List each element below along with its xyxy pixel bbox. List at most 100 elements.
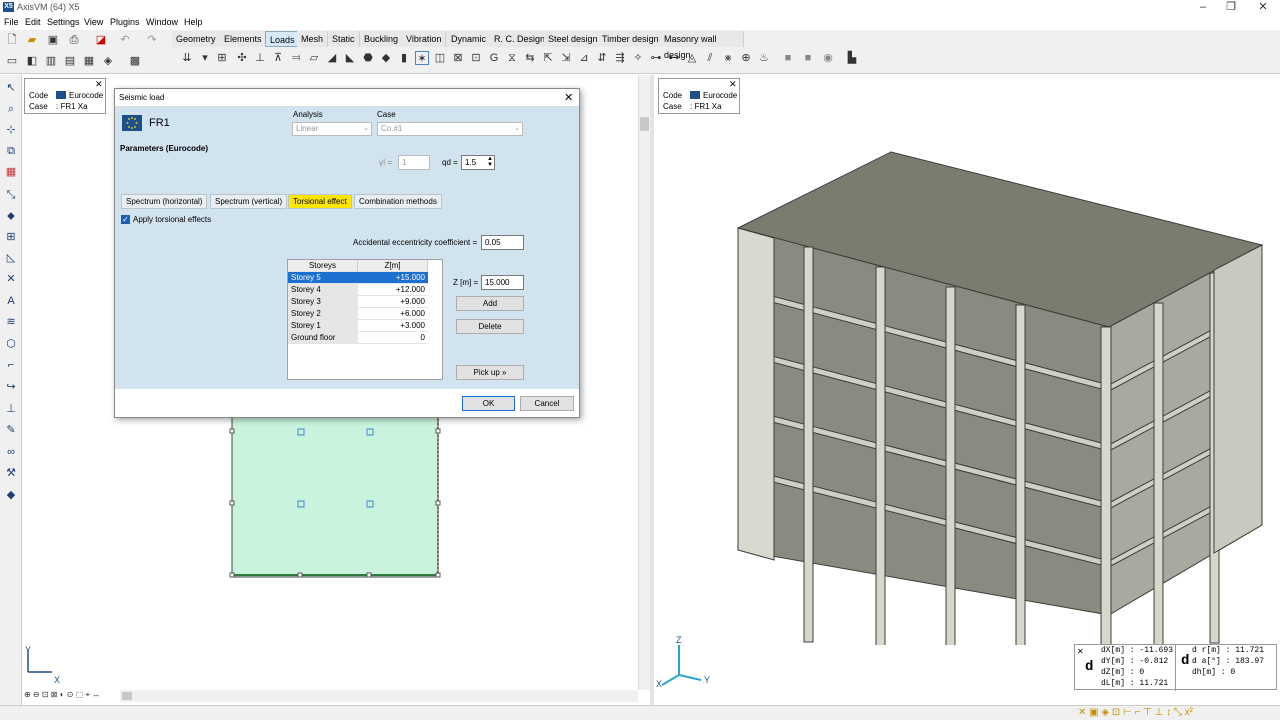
load-tool-icon[interactable]: ⬣ bbox=[361, 51, 375, 65]
polygon-icon[interactable]: ⬡ bbox=[3, 336, 19, 352]
load-tool-icon[interactable]: ⇲ bbox=[559, 51, 573, 65]
seismic-tool-icon[interactable]: ✶ bbox=[415, 51, 429, 65]
save-icon[interactable]: ▣ bbox=[46, 33, 60, 47]
load-tool-icon[interactable]: ⊥ bbox=[253, 51, 267, 65]
measure-icon[interactable]: ◺ bbox=[3, 250, 19, 266]
undo-icon[interactable]: ↶ bbox=[118, 33, 132, 47]
load-tool-icon[interactable]: ■ bbox=[781, 51, 795, 65]
print-icon[interactable]: ⎙ bbox=[67, 33, 81, 47]
tool-icon[interactable]: ◧ bbox=[25, 54, 39, 68]
tab-masonry-wall-design[interactable]: Masonry wall design bbox=[660, 31, 744, 60]
load-tool-icon[interactable]: ⇶ bbox=[613, 51, 627, 65]
tab-combination-methods[interactable]: Combination methods bbox=[354, 194, 442, 209]
case-select[interactable]: Co.#1 ⌄ bbox=[377, 122, 523, 136]
tool-icon[interactable]: ▥ bbox=[44, 54, 58, 68]
add-button[interactable]: Add bbox=[456, 296, 524, 311]
zoom-icon[interactable]: ⌕ bbox=[3, 101, 19, 117]
floor-plan[interactable] bbox=[222, 415, 448, 585]
menu-view[interactable]: View bbox=[84, 17, 103, 27]
load-tool-icon[interactable]: ⊡ bbox=[469, 51, 483, 65]
eccentricity-field[interactable]: 0.05 bbox=[481, 235, 524, 250]
stack-icon[interactable]: ≋ bbox=[3, 314, 19, 330]
grid-icon[interactable]: ⊞ bbox=[3, 229, 19, 245]
load-tool-icon[interactable]: ⫽ bbox=[703, 51, 717, 65]
building-3d-model[interactable] bbox=[654, 75, 1280, 645]
table-row[interactable]: Ground floor bbox=[288, 332, 358, 344]
layer-icon[interactable]: ▭ bbox=[5, 54, 19, 68]
load-tool-icon[interactable]: ⧖ bbox=[505, 51, 519, 65]
load-tool-icon[interactable]: ◣ bbox=[343, 51, 357, 65]
right-viewport[interactable]: Code Eurocode Case : FR1 Xa ✕ Z X Y ✕ d … bbox=[654, 75, 1280, 705]
scroll-thumb[interactable] bbox=[640, 117, 649, 131]
z-field[interactable]: 15.000 bbox=[481, 275, 524, 290]
load-tool-icon[interactable]: ⫤ bbox=[289, 51, 303, 65]
node-icon[interactable]: ⬥ bbox=[3, 208, 19, 224]
left-vertical-scrollbar[interactable] bbox=[638, 75, 650, 690]
table-cell[interactable]: +12.000 bbox=[358, 284, 428, 296]
cancel-button[interactable]: Cancel bbox=[520, 396, 574, 411]
load-tool-icon[interactable]: ✣ bbox=[235, 51, 249, 65]
tool-icon[interactable]: ▦ bbox=[82, 54, 96, 68]
tab-timber-design[interactable]: Timber design bbox=[598, 31, 664, 47]
tab-dynamic[interactable]: Dynamic bbox=[447, 31, 492, 47]
tab-steel-design[interactable]: Steel design bbox=[544, 31, 603, 47]
menu-window[interactable]: Window bbox=[146, 17, 178, 27]
spinner-icon[interactable]: ▲ ▼ bbox=[487, 156, 493, 168]
checkbox-checked-icon[interactable]: ✓ bbox=[121, 215, 130, 224]
close-icon[interactable]: ✕ bbox=[564, 91, 573, 104]
load-tool-icon[interactable]: ▱ bbox=[307, 51, 321, 65]
cross-icon[interactable]: ✕ bbox=[3, 271, 19, 287]
pick-up-button[interactable]: Pick up » bbox=[456, 365, 524, 380]
gamma-field[interactable]: 1 bbox=[398, 155, 430, 170]
menu-edit[interactable]: Edit bbox=[25, 17, 41, 27]
tab-static[interactable]: Static bbox=[328, 31, 360, 47]
glasses-icon[interactable]: ∞ bbox=[3, 444, 19, 460]
load-tool-icon[interactable]: G bbox=[487, 51, 501, 65]
load-tool-icon[interactable]: ■ bbox=[801, 51, 815, 65]
tool-icon[interactable]: ▤ bbox=[63, 54, 77, 68]
load-tool-icon[interactable]: ⇵ bbox=[595, 51, 609, 65]
scroll-thumb[interactable] bbox=[122, 692, 132, 700]
table-row[interactable]: Storey 5 bbox=[288, 272, 358, 284]
status-icons[interactable]: ✕ ▣ ◈ ⊡ ⊢ ⌐ ⊤ ⊥ ↕ ⤡ x² bbox=[1078, 707, 1193, 718]
tab-elements[interactable]: Elements bbox=[220, 31, 267, 47]
load-tool-icon[interactable]: ▮ bbox=[397, 51, 411, 65]
table-row[interactable]: Storey 1 bbox=[288, 320, 358, 332]
load-tool-icon[interactable]: ⊼ bbox=[271, 51, 285, 65]
pencil-icon[interactable]: ✎ bbox=[3, 422, 19, 438]
label-icon[interactable]: A bbox=[3, 293, 19, 309]
table-cell[interactable]: +9.000 bbox=[358, 296, 428, 308]
new-file-icon[interactable]: 🗋 bbox=[5, 33, 19, 47]
load-tool-icon[interactable]: ⊠ bbox=[451, 51, 465, 65]
column-header[interactable]: Storeys bbox=[288, 260, 358, 272]
delete-button[interactable]: Delete bbox=[456, 319, 524, 334]
analysis-select[interactable]: Linear ⌄ bbox=[292, 122, 372, 136]
load-tool-icon[interactable]: ♨ bbox=[757, 51, 771, 65]
load-tool-icon[interactable]: ⇱ bbox=[541, 51, 555, 65]
open-folder-icon[interactable]: ▰ bbox=[25, 33, 39, 47]
info-icon[interactable]: ◆ bbox=[3, 487, 19, 503]
wrench-icon[interactable]: ⚒ bbox=[3, 465, 19, 481]
axes-icon[interactable]: ⊹ bbox=[3, 122, 19, 138]
table-cell[interactable]: +6.000 bbox=[358, 308, 428, 320]
left-horizontal-scrollbar[interactable] bbox=[120, 690, 638, 702]
view-cube-icon[interactable]: ◈ bbox=[101, 54, 115, 68]
close-icon[interactable]: ✕ bbox=[95, 79, 103, 90]
table-cell[interactable]: +3.000 bbox=[358, 320, 428, 332]
redo-icon[interactable]: ↷ bbox=[145, 33, 159, 47]
table-cell[interactable]: 0 bbox=[358, 332, 428, 344]
load-tool-icon[interactable]: ⇆ bbox=[523, 51, 537, 65]
path-icon[interactable]: ↪ bbox=[3, 379, 19, 395]
dialog-title-bar[interactable]: Seismic load ✕ bbox=[115, 89, 579, 107]
load-tool-icon[interactable]: ◫ bbox=[433, 51, 447, 65]
copy-icon[interactable]: ⧉ bbox=[3, 143, 19, 159]
tab-rc-design[interactable]: R. C. Design bbox=[490, 31, 551, 47]
table-row[interactable]: Storey 2 bbox=[288, 308, 358, 320]
load-tool-icon[interactable]: ◢ bbox=[325, 51, 339, 65]
tab-geometry[interactable]: Geometry bbox=[172, 31, 221, 47]
tab-mesh[interactable]: Mesh bbox=[297, 31, 329, 47]
tab-torsional-effect[interactable]: Torsional effect bbox=[288, 194, 352, 209]
dimension-icon[interactable]: ⤡ bbox=[3, 187, 19, 203]
level-icon[interactable]: ⊥ bbox=[3, 401, 19, 417]
load-tool-icon[interactable]: ◉ bbox=[821, 51, 835, 65]
